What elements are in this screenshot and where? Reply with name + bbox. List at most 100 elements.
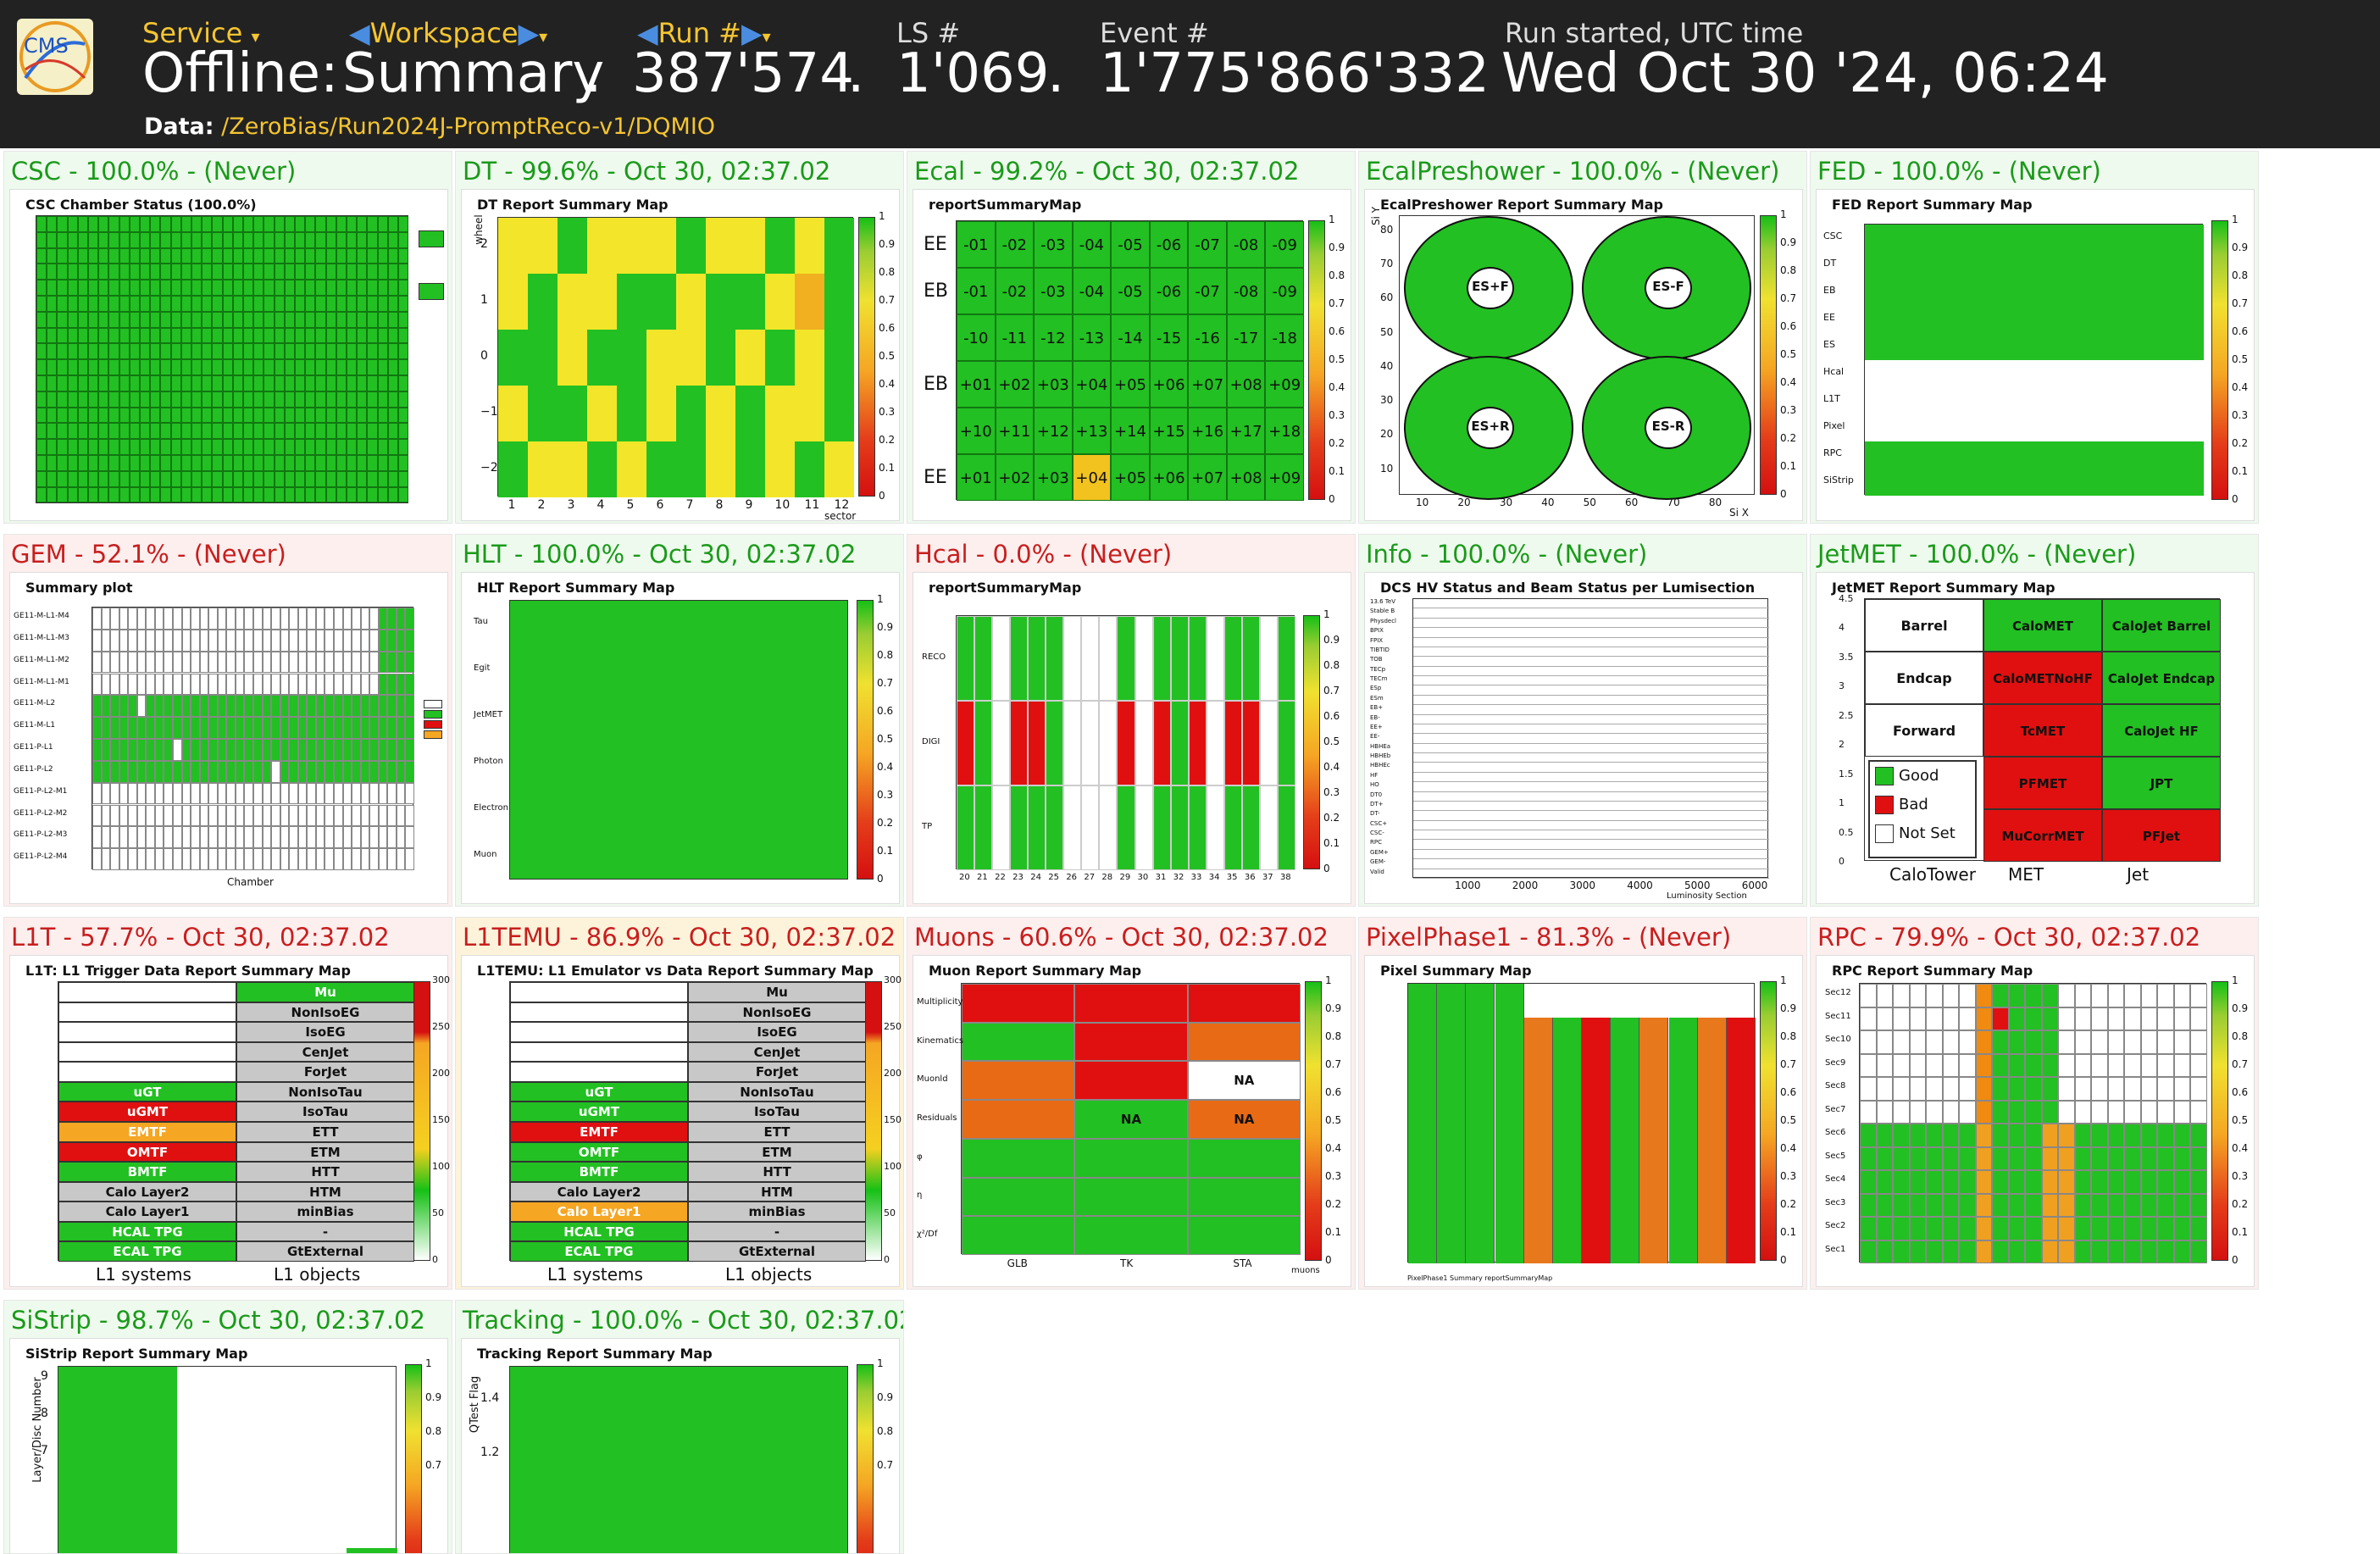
ecal-supermodule[interactable]: +02 xyxy=(995,361,1035,408)
l1-object-cell[interactable]: ForJet xyxy=(236,1062,414,1082)
jetmet-met-cell[interactable]: CaloMET xyxy=(1983,599,2102,652)
ecal-supermodule[interactable]: +15 xyxy=(1149,408,1189,454)
ecal-supermodule[interactable]: +07 xyxy=(1188,361,1227,408)
ecal-supermodule[interactable]: -12 xyxy=(1034,314,1073,361)
summary-plot[interactable]: L1TEMU: L1 Emulator vs Data Report Summa… xyxy=(461,955,902,1287)
l1-object-cell[interactable]: IsoEG xyxy=(688,1022,866,1042)
summary-plot[interactable]: SiStrip Report Summary Map 9 8 7 Layer/Disc … xyxy=(9,1338,448,1553)
tile-title[interactable]: PixelPhase1 - 81.3% - (Never) xyxy=(1366,923,1731,952)
ecal-supermodule[interactable]: -09 xyxy=(1265,221,1304,268)
summary-plot[interactable]: FED Report Summary Map CSC DT EB EE ES Hcal L1T… xyxy=(1816,189,2255,521)
ecal-supermodule[interactable]: +05 xyxy=(1111,361,1150,408)
l1-system-cell[interactable]: OMTF xyxy=(510,1141,688,1163)
ecal-supermodule[interactable]: +01 xyxy=(957,454,996,501)
ecal-supermodule[interactable]: -01 xyxy=(957,221,996,268)
jetmet-jet-cell[interactable]: PFJet xyxy=(2102,809,2221,862)
tile-gem[interactable]: GEM - 52.1% - (Never) Summary plot GE11-M-… xyxy=(3,534,452,907)
l1-system-cell[interactable] xyxy=(510,1062,688,1082)
ecal-supermodule[interactable]: -08 xyxy=(1226,221,1266,268)
ecal-supermodule[interactable]: +11 xyxy=(995,408,1035,454)
l1-object-cell[interactable]: minBias xyxy=(688,1202,866,1222)
tile-title[interactable]: SiStrip - 98.7% - Oct 30, 02:37.02 xyxy=(11,1306,425,1335)
ecal-supermodule[interactable]: +12 xyxy=(1034,408,1073,454)
l1-object-cell[interactable]: GtExternal xyxy=(236,1241,414,1262)
cms-logo-icon[interactable]: CMS xyxy=(17,19,93,95)
l1-system-cell[interactable]: ECAL TPG xyxy=(58,1241,236,1262)
tile-muons[interactable]: Muons - 60.6% - Oct 30, 02:37.02 Muon Rep… xyxy=(907,917,1356,1290)
summary-plot[interactable]: Tracking Report Summary Map 1.4 1.2 QTest F… xyxy=(461,1338,900,1553)
ecal-supermodule[interactable]: +14 xyxy=(1111,408,1150,454)
ecal-supermodule[interactable]: +06 xyxy=(1149,361,1189,408)
tile-title[interactable]: Tracking - 100.0% - Oct 30, 02:37.02 xyxy=(463,1306,903,1335)
summary-plot[interactable]: JetMET Report Summary Map Barrel Endcap For… xyxy=(1816,572,2255,904)
l1-system-cell[interactable]: ECAL TPG xyxy=(510,1241,688,1262)
l1-object-cell[interactable]: HTM xyxy=(236,1181,414,1202)
ecal-supermodule[interactable]: -17 xyxy=(1226,314,1266,361)
l1-system-cell[interactable]: Calo Layer1 xyxy=(510,1202,688,1222)
jetmet-jet-cell[interactable]: CaloJet HF xyxy=(2102,704,2221,757)
ecal-supermodule[interactable]: -14 xyxy=(1111,314,1150,361)
jetmet-jet-cell[interactable]: CaloJet Barrel xyxy=(2102,599,2221,652)
dataset-link[interactable]: /ZeroBias/Run2024J-PromptReco-v1/DQMIO xyxy=(221,114,715,140)
ecal-supermodule[interactable]: -07 xyxy=(1188,221,1227,268)
l1-object-cell[interactable]: NonIsoTau xyxy=(688,1081,866,1102)
l1-system-cell[interactable]: Calo Layer2 xyxy=(58,1181,236,1202)
jetmet-jet-cell[interactable]: CaloJet Endcap xyxy=(2102,652,2221,704)
tile-title[interactable]: Hcal - 0.0% - (Never) xyxy=(914,540,1172,569)
ecal-supermodule[interactable]: +04 xyxy=(1072,361,1112,408)
tile-title[interactable]: Ecal - 99.2% - Oct 30, 02:37.02 xyxy=(914,157,1299,186)
l1-system-cell[interactable] xyxy=(58,982,236,1002)
ecal-supermodule[interactable]: -04 xyxy=(1072,221,1112,268)
ecal-supermodule[interactable]: -01 xyxy=(957,268,996,314)
summary-plot[interactable]: RPC Report Summary Map Sec12 Sec11 Sec10 Sec… xyxy=(1816,955,2255,1287)
summary-plot[interactable]: Pixel Summary Map PixelPhase1 Summary rep… xyxy=(1364,955,1803,1287)
tile-title[interactable]: EcalPreshower - 100.0% - (Never) xyxy=(1366,157,1779,186)
ecal-supermodule[interactable]: -13 xyxy=(1072,314,1112,361)
ecal-supermodule[interactable]: -03 xyxy=(1034,268,1073,314)
tile-title[interactable]: HLT - 100.0% - Oct 30, 02:37.02 xyxy=(463,540,856,569)
l1-object-cell[interactable]: ETM xyxy=(688,1141,866,1163)
es-disk[interactable]: ES+R xyxy=(1404,356,1573,500)
ecal-supermodule[interactable]: +03 xyxy=(1034,361,1073,408)
l1-system-cell[interactable]: HCAL TPG xyxy=(510,1221,688,1242)
workspace-value[interactable]: Summary xyxy=(342,42,604,105)
l1-object-cell[interactable]: ETM xyxy=(236,1141,414,1163)
summary-plot[interactable]: reportSummaryMap RECO DIGI TP 20 21 22 23 24 25 26… xyxy=(913,572,1351,904)
l1-system-cell[interactable]: uGMT xyxy=(510,1102,688,1122)
summary-plot[interactable]: DCS HV Status and Beam Status per Lumise… xyxy=(1364,572,1803,904)
ecal-supermodule[interactable]: +10 xyxy=(957,408,996,454)
ecal-supermodule[interactable]: +18 xyxy=(1265,408,1304,454)
l1-object-cell[interactable]: IsoTau xyxy=(688,1102,866,1122)
l1-system-cell[interactable]: uGT xyxy=(58,1081,236,1102)
tile-title[interactable]: CSC - 100.0% - (Never) xyxy=(11,157,296,186)
es-disk[interactable]: ES+F xyxy=(1404,216,1573,360)
tile-rpc[interactable]: RPC - 79.9% - Oct 30, 02:37.02 RPC Report… xyxy=(1810,917,2259,1290)
summary-plot[interactable]: reportSummaryMap -01 -02 -03 -04 -05 -06 -07 -08… xyxy=(913,189,1351,521)
l1-system-cell[interactable]: uGT xyxy=(510,1081,688,1102)
ecal-supermodule[interactable]: -09 xyxy=(1265,268,1304,314)
tile-title[interactable]: RPC - 79.9% - Oct 30, 02:37.02 xyxy=(1817,923,2200,952)
tile-hcal[interactable]: Hcal - 0.0% - (Never) reportSummaryMap REC… xyxy=(907,534,1356,907)
tile-hlt[interactable]: HLT - 100.0% - Oct 30, 02:37.02 HLT Repor… xyxy=(455,534,904,907)
l1-object-cell[interactable]: Mu xyxy=(688,982,866,1002)
l1-system-cell[interactable]: BMTF xyxy=(58,1162,236,1182)
jetmet-met-cell[interactable]: TcMET xyxy=(1983,704,2102,757)
tile-l1temu[interactable]: L1TEMU - 86.9% - Oct 30, 02:37.02 L1TEMU:… xyxy=(455,917,904,1290)
l1-object-cell[interactable]: NonIsoEG xyxy=(236,1002,414,1023)
tile-ecalpreshower[interactable]: EcalPreshower - 100.0% - (Never) EcalPres… xyxy=(1358,151,1807,524)
tile-l1t[interactable]: L1T - 57.7% - Oct 30, 02:37.02 L1T: L1 Tr… xyxy=(3,917,452,1290)
l1-system-cell[interactable]: BMTF xyxy=(510,1162,688,1182)
ecal-supermodule[interactable]: +07 xyxy=(1188,454,1227,501)
jetmet-met-cell[interactable]: PFMET xyxy=(1983,757,2102,809)
tile-jetmet[interactable]: JetMET - 100.0% - (Never) JetMET Report S… xyxy=(1810,534,2259,907)
ecal-supermodule[interactable]: -03 xyxy=(1034,221,1073,268)
l1-system-cell[interactable]: EMTF xyxy=(58,1122,236,1142)
summary-plot[interactable]: Muon Report Summary Map NA NA NA Multiplicit… xyxy=(913,955,1351,1287)
tile-tracking[interactable]: Tracking - 100.0% - Oct 30, 02:37.02 Trac… xyxy=(455,1300,904,1554)
tile-fed[interactable]: FED - 100.0% - (Never) FED Report Summary… xyxy=(1810,151,2259,524)
ecal-supermodule[interactable]: -15 xyxy=(1149,314,1189,361)
tile-pixelphase1[interactable]: PixelPhase1 - 81.3% - (Never) Pixel Summa… xyxy=(1358,917,1807,1290)
l1-object-cell[interactable]: Mu xyxy=(236,982,414,1002)
summary-plot[interactable]: HLT Report Summary Map Tau Egit JetMET Photo… xyxy=(461,572,900,904)
ecal-supermodule[interactable]: -16 xyxy=(1188,314,1227,361)
